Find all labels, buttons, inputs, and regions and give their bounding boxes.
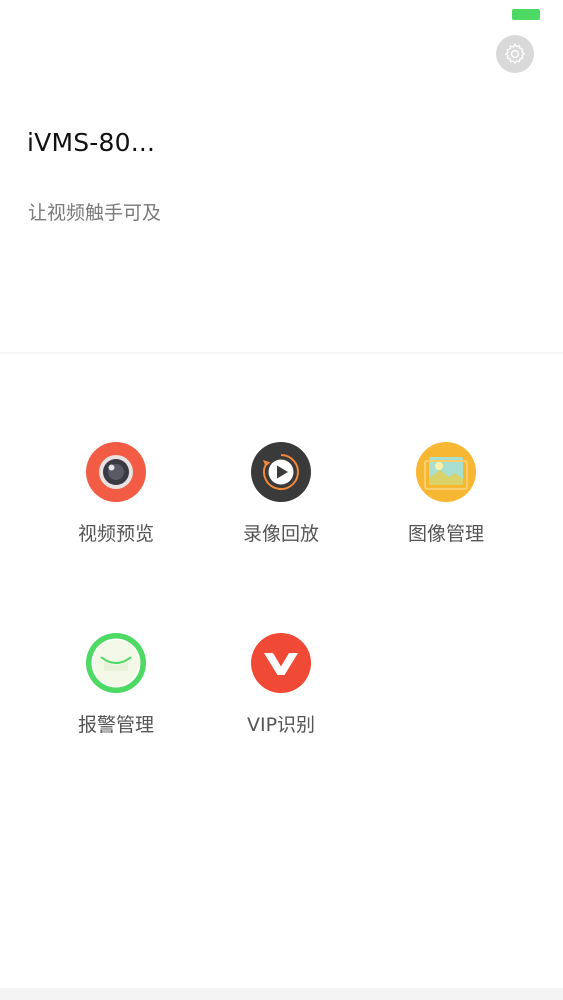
home-screen: iVMS-80... 让视频触手可及 视频预览 录像回放 图像管理 报警管理 V… [0,0,563,988]
app-subtitle: 让视频触手可及 [28,202,162,224]
alarm-envelope-icon [86,633,146,693]
menu-label-vip-recognition: VIP识别 [246,714,316,736]
menu-label-image-management: 图像管理 [407,523,484,545]
replay-play-icon [251,442,311,502]
section-divider [0,352,563,355]
app-title: iVMS-80... [27,128,156,157]
settings-button[interactable] [496,35,534,73]
battery-indicator [512,9,540,20]
menu-label-playback: 录像回放 [242,523,319,545]
menu-label-alarm-management: 报警管理 [77,714,154,736]
camera-lens-icon [86,442,146,502]
menu-item-playback[interactable]: 录像回放 [211,442,351,572]
menu-label-video-preview: 视频预览 [77,523,154,545]
menu-item-image-management[interactable]: 图像管理 [376,442,516,572]
menu-item-alarm-management[interactable]: 报警管理 [46,633,186,763]
menu-item-vip-recognition[interactable]: VIP识别 [211,633,351,763]
gear-icon [505,43,525,64]
image-gallery-icon [416,442,476,502]
vip-v-icon [251,633,311,693]
menu-item-video-preview[interactable]: 视频预览 [46,442,186,572]
